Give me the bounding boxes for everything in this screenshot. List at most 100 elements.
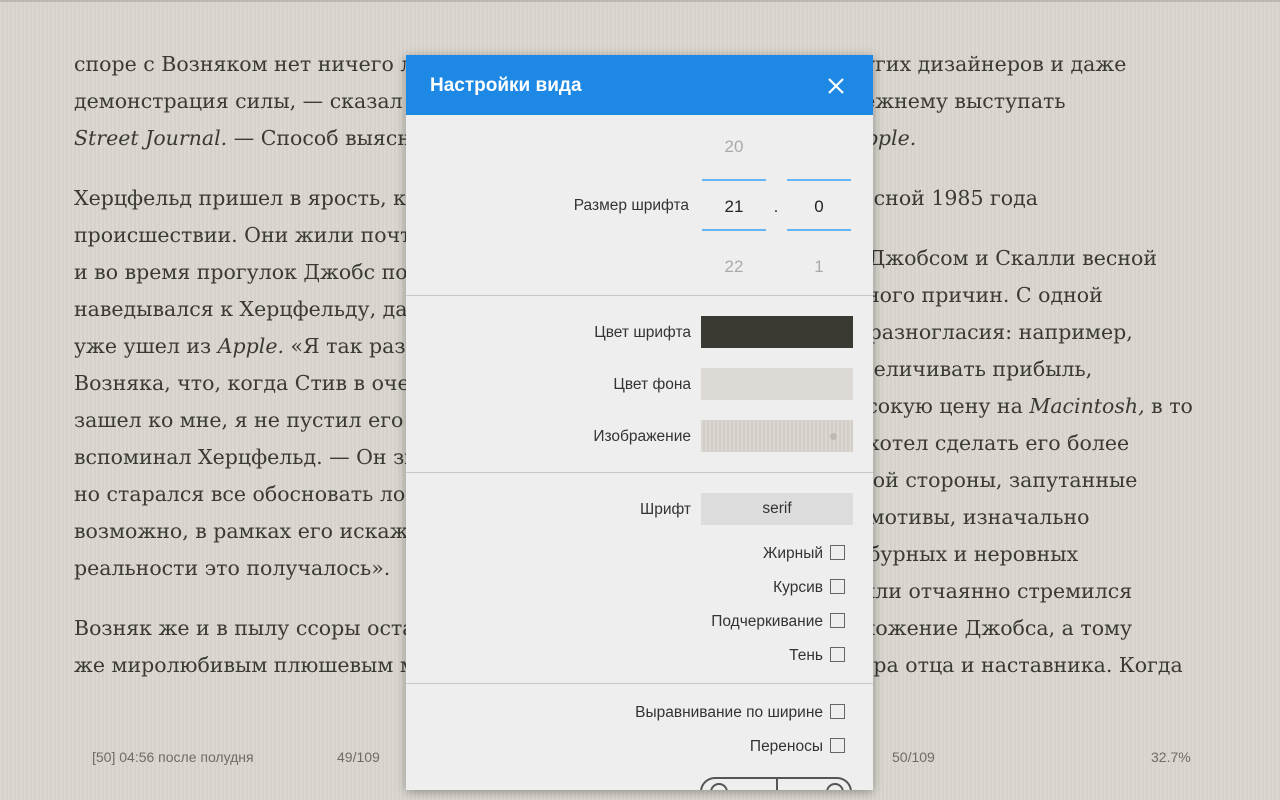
text-segment: наведывался к Херцфельду, даж — [74, 297, 427, 321]
text-segment: тура отца и наставника. Когда — [850, 653, 1183, 677]
reading-progress: 32.7% — [1151, 749, 1191, 765]
left-text-line: Возняк же и в пылу ссоры остав — [74, 616, 426, 640]
bg-color-swatch[interactable] — [701, 368, 853, 400]
text-segment: но старался все обосновать логи — [74, 482, 430, 506]
text-segment: увеличивать прибыль, — [850, 357, 1093, 381]
left-text-line: наведывался к Херцфельду, даж — [74, 297, 426, 321]
text-segment: с хотел сделать его более — [850, 431, 1130, 455]
justify-checkbox[interactable] — [830, 704, 845, 719]
bold-label: Жирный — [763, 545, 823, 562]
text-segment: уже ушел из — [74, 334, 218, 358]
left-text-line: возможно, в рамках его искаже — [74, 519, 421, 543]
text-segment: режнему выступать — [850, 89, 1066, 113]
picker-frac-bottom-line — [787, 229, 851, 231]
text-segment: — Способ выясни — [227, 126, 425, 150]
right-text-line: е мотивы, изначально — [850, 505, 1090, 529]
dialog-title: Настройки вида — [430, 75, 582, 96]
italic-label: Курсив — [773, 579, 823, 596]
left-text-line: уже ушел из Apple. «Я так разоз — [74, 334, 429, 358]
hyphenation-label: Переносы — [749, 738, 823, 755]
left-text-line: реальности это получалось». — [74, 556, 390, 580]
dialog-header: Настройки вида — [406, 55, 873, 115]
text-segment: и во время прогулок Джобс пор — [74, 260, 421, 284]
font-size-frac-current[interactable]: 0 — [787, 197, 851, 217]
text-segment: же миролюбивым плюшевым м — [74, 653, 416, 677]
text-segment: много причин. С одной — [850, 283, 1103, 307]
left-text-line: вспоминал Херцфельд. — Он зн — [74, 445, 418, 469]
text-segment: Возняка, что, когда Стив в очере — [74, 371, 435, 395]
left-text-line: происшествии. Они жили почти — [74, 223, 425, 247]
font-size-frac-next[interactable]: 1 — [787, 257, 851, 277]
underline-checkbox[interactable] — [830, 613, 845, 628]
left-text-line: но старался все обосновать логи — [74, 482, 430, 506]
italic-checkbox[interactable] — [830, 579, 845, 594]
bold-checkbox[interactable] — [830, 545, 845, 560]
picker-int-top-line — [702, 179, 766, 181]
right-text-line: х бурных и неровных — [850, 542, 1078, 566]
close-icon — [828, 78, 844, 94]
justify-label: Выравнивание по ширине — [635, 704, 823, 721]
right-text-line: е разногласия: например, — [850, 320, 1133, 344]
shadow-checkbox[interactable] — [830, 647, 845, 662]
picker-int-bottom-line — [702, 229, 766, 231]
status-time: [50] 04:56 после полудня — [92, 749, 254, 765]
left-text-line: же миролюбивым плюшевым м — [74, 653, 416, 677]
right-text-line: ругих дизайнеров и даже — [850, 52, 1126, 76]
left-page-number: 49/109 — [337, 749, 380, 765]
divider — [406, 295, 873, 296]
left-text-line: зашел ко мне, я не пустил его н — [74, 408, 423, 432]
hyphenation-checkbox[interactable] — [830, 738, 845, 753]
right-text-line: алли отчаянно стремился — [850, 579, 1132, 603]
bg-image-swatch[interactable] — [701, 420, 853, 452]
text-segment: ругих дизайнеров и даже — [850, 52, 1127, 76]
font-size-label: Размер шрифта — [573, 197, 689, 214]
divider — [406, 683, 873, 684]
text-segment: угой стороны, запутанные — [850, 468, 1138, 492]
text-segment: ысокую цену на — [850, 394, 1030, 418]
right-text-line: оложение Джобса, а тому — [850, 616, 1132, 640]
text-segment: Возняк же и в пылу ссоры остав — [74, 616, 427, 640]
text-segment: зашел ко мне, я не пустил его н — [74, 408, 424, 432]
text-segment: Apple. — [217, 334, 284, 358]
right-text-line: режнему выступать — [850, 89, 1066, 113]
zoom-in-icon — [826, 783, 844, 790]
text-segment: происшествии. Они жили почти — [74, 223, 426, 247]
zoom-out-icon — [710, 783, 728, 790]
right-text-line: тура отца и наставника. Когда — [850, 653, 1183, 677]
right-text-line: увеличивать прибыль, — [850, 357, 1092, 381]
right-text-line: угой стороны, запутанные — [850, 468, 1137, 492]
text-segment: в то — [1144, 394, 1193, 418]
text-segment: оложение Джобса, а тому — [850, 616, 1133, 640]
text-segment: алли отчаянно стремился — [850, 579, 1133, 603]
left-text-line: демонстрация силы, — сказал о — [74, 89, 422, 113]
underline-label: Подчеркивание — [711, 613, 823, 630]
font-label: Шрифт — [640, 501, 691, 518]
text-segment: вспоминал Херцфельд. — Он зн — [74, 445, 418, 469]
font-size-int-prev[interactable]: 20 — [702, 137, 766, 157]
text-segment: Street Journal. — [74, 126, 228, 150]
text-segment: Macintosh, — [1029, 394, 1145, 418]
segmented-control[interactable] — [700, 777, 852, 790]
right-text-line: ысокую цену на Macintosh, в то — [850, 394, 1193, 418]
left-text-line: Херцфельд пришел в ярость, ко — [74, 186, 418, 210]
text-segment: Херцфельд пришел в ярость, ко — [74, 186, 419, 210]
font-select[interactable]: serif — [701, 493, 853, 525]
shadow-label: Тень — [789, 647, 823, 664]
right-text-line: с хотел сделать его более — [850, 431, 1129, 455]
close-button[interactable] — [821, 71, 851, 101]
text-segment: споре с Возняком нет ничего ли — [74, 52, 428, 76]
font-color-swatch[interactable] — [701, 316, 853, 348]
right-text-line: у Джобсом и Скалли весной — [850, 246, 1157, 270]
right-page-number: 50/109 — [892, 749, 935, 765]
image-label: Изображение — [593, 428, 691, 445]
segment-separator — [776, 779, 778, 790]
text-segment: е разногласия: например, — [850, 320, 1133, 344]
text-segment: весной 1985 года — [850, 186, 1038, 210]
font-size-int-next[interactable]: 22 — [702, 257, 766, 277]
right-text-line: много причин. С одной — [850, 283, 1103, 307]
top-border — [0, 0, 1280, 2]
left-text-line: Street Journal. — Способ выясни — [74, 126, 425, 150]
view-settings-dialog: Настройки вида Размер шрифта 20 21 22 . … — [406, 55, 873, 790]
text-segment: демонстрация силы, — сказал о — [74, 89, 422, 113]
text-segment: х бурных и неровных — [850, 542, 1079, 566]
